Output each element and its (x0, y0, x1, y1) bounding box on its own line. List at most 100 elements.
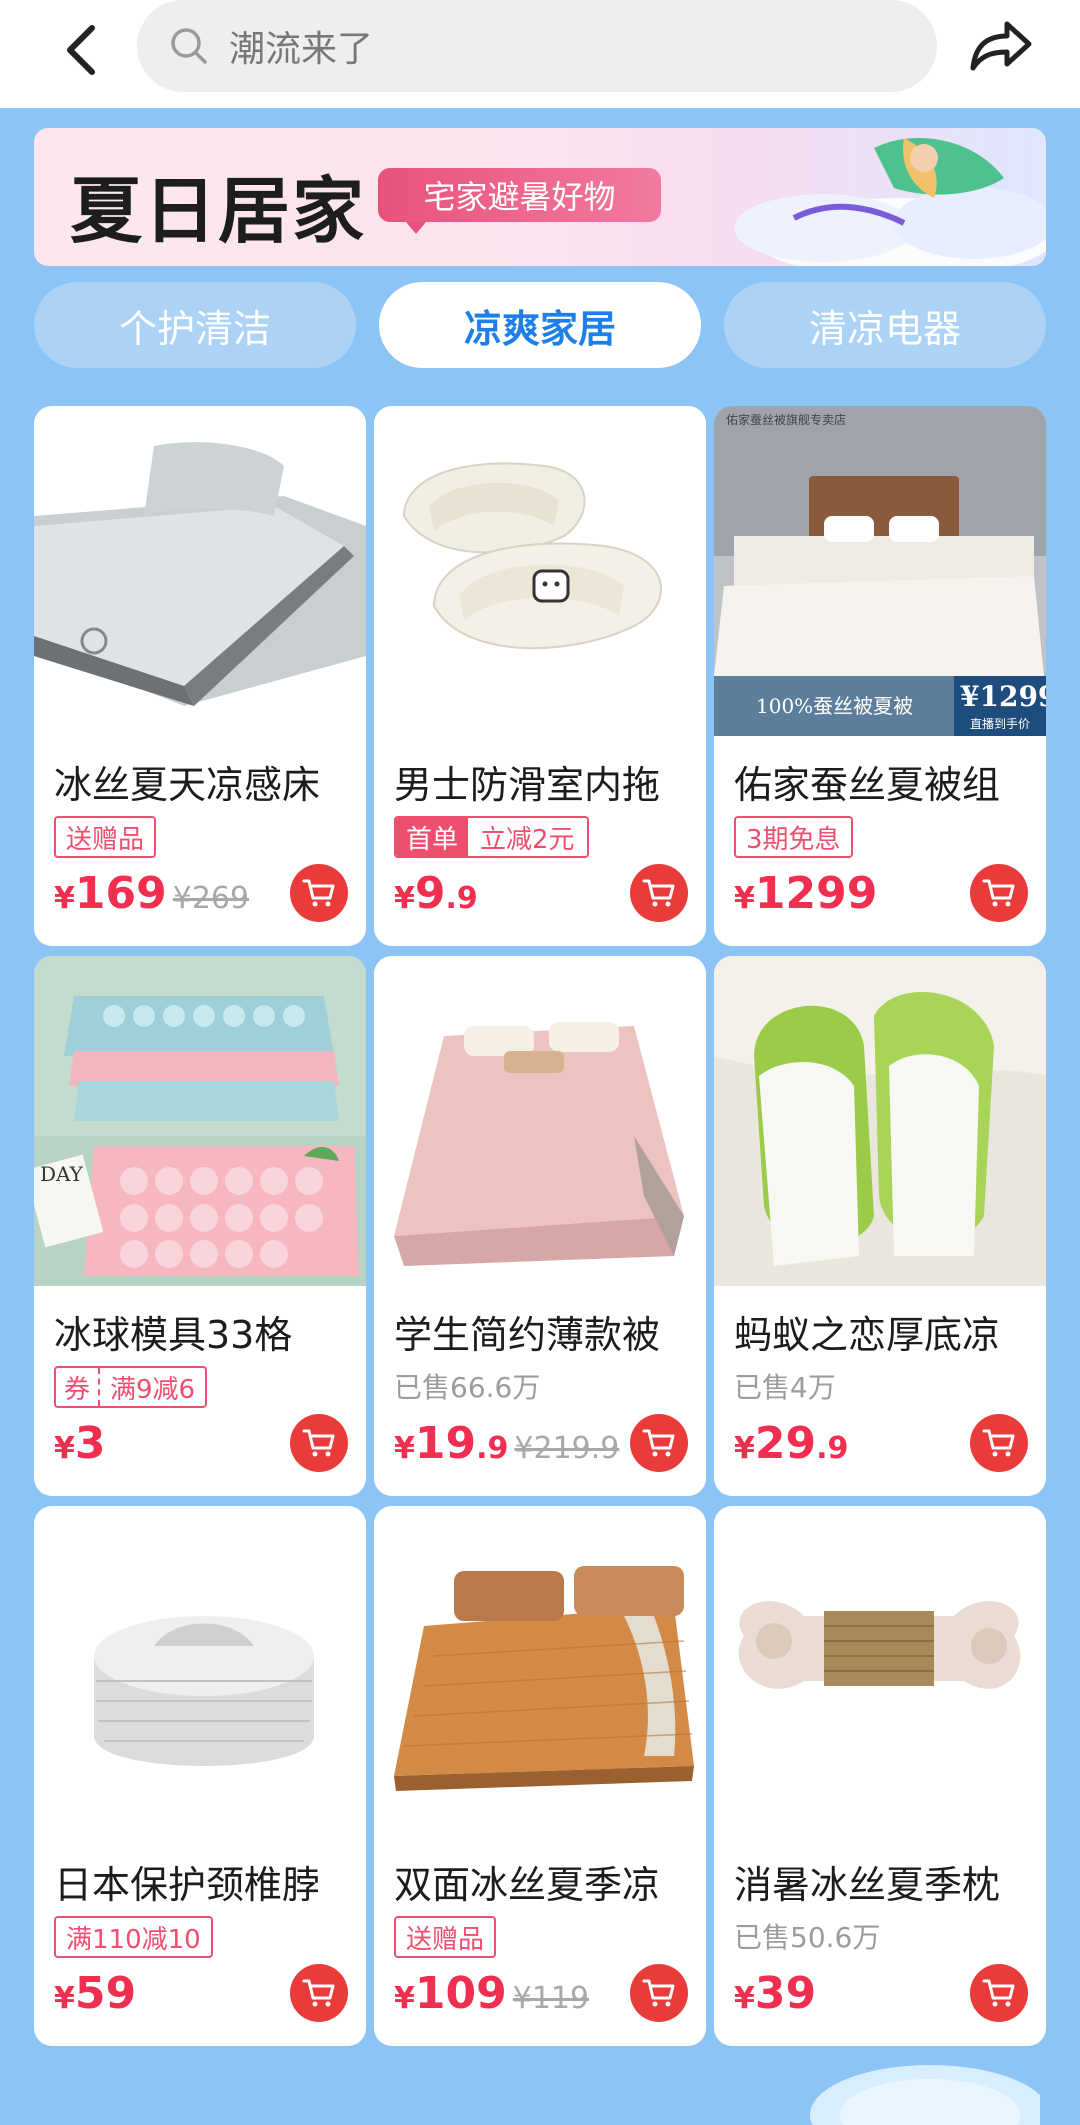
top-bar: 潮流来了 (0, 0, 1080, 108)
cart-icon (302, 1979, 335, 2007)
image-price: ¥1299 (960, 680, 1046, 713)
product-name: 冰球模具33格 (54, 1313, 293, 1357)
product-price: ¥ 169 ¥269 (54, 868, 249, 924)
discount-label: 立减2元 (480, 824, 575, 855)
product-image-cooling-pillow (714, 1506, 1046, 1836)
product-card[interactable]: 学生简约薄款被 已售66.6万 ¥ 19 .9 ¥219.9 (374, 956, 706, 1496)
price-integer: 3 (74, 1418, 106, 1469)
banner-illustration (734, 138, 1046, 266)
price-integer: 29 (754, 1418, 817, 1469)
banner-title: 夏日居家 (70, 169, 367, 253)
product-image-neck-brace (34, 1506, 366, 1836)
promo-tag: 满110减10 (54, 1916, 213, 1958)
product-card[interactable]: 双面冰丝夏季凉 送赠品 ¥ 109 ¥119 (374, 1506, 706, 2046)
cart-icon (302, 1429, 335, 1457)
product-name: 学生简约薄款被 (394, 1313, 661, 1357)
cart-icon (642, 1429, 675, 1457)
tab-cool-appliances[interactable]: 清凉电器 (724, 282, 1046, 368)
product-card[interactable]: 佑家蚕丝被旗舰专卖店 100%蚕丝被夏被 ¥1299 直播到手价 佑家蚕丝夏被组… (714, 406, 1046, 946)
price-decimal: .9 (816, 1431, 849, 1466)
sold-count: 已售50.6万 (734, 1921, 881, 1954)
search-input[interactable]: 潮流来了 (137, 0, 937, 92)
share-icon (970, 21, 1032, 71)
product-price: ¥ 19 .9 ¥219.9 (394, 1418, 619, 1474)
currency-symbol: ¥ (734, 881, 755, 916)
product-image-silk-quilt: 佑家蚕丝被旗舰专卖店 100%蚕丝被夏被 ¥1299 直播到手价 (714, 406, 1046, 736)
price-integer: 109 (414, 1968, 507, 2019)
cart-icon (642, 1979, 675, 2007)
currency-symbol: ¥ (734, 1431, 755, 1466)
price-decimal: .9 (476, 1431, 509, 1466)
add-to-cart-button[interactable] (970, 1414, 1028, 1472)
product-image-cooling-mat (34, 406, 366, 736)
sold-count: 已售66.6万 (394, 1371, 541, 1404)
add-to-cart-button[interactable] (290, 1414, 348, 1472)
add-to-cart-button[interactable] (630, 1414, 688, 1472)
coupon-tag: 券 满9减6 (54, 1366, 208, 1408)
product-image-ice-mold: DAY (34, 956, 366, 1286)
discount-label: 满9减6 (110, 1374, 196, 1405)
tab-cool-home[interactable]: 凉爽家居 (379, 282, 701, 368)
product-image-quilt (374, 956, 706, 1286)
product-price: ¥ 59 (54, 1968, 136, 2024)
product-name: 佑家蚕丝夏被组 (734, 763, 1001, 807)
add-to-cart-button[interactable] (630, 864, 688, 922)
price-decimal: .9 (445, 881, 478, 916)
add-to-cart-button[interactable] (290, 864, 348, 922)
original-price: ¥269 (172, 881, 250, 916)
price-integer: 169 (74, 868, 167, 919)
product-price: ¥ 3 (54, 1418, 106, 1474)
cart-icon (982, 1979, 1015, 2007)
back-button[interactable] (48, 18, 112, 82)
cart-icon (982, 1429, 1015, 1457)
add-to-cart-button[interactable] (970, 1964, 1028, 2022)
promo-banner[interactable]: 夏日居家 宅家避暑好物 (34, 128, 1046, 266)
share-button[interactable] (965, 14, 1037, 78)
currency-symbol: ¥ (734, 1981, 755, 2016)
cart-icon (642, 879, 675, 907)
product-name: 冰丝夏天凉感床 (54, 763, 321, 807)
back-arrow-icon (67, 25, 95, 75)
product-name: 消暑冰丝夏季枕 (734, 1863, 1001, 1907)
currency-symbol: ¥ (394, 1431, 415, 1466)
product-price: ¥ 1299 (734, 868, 877, 924)
product-price: ¥ 29 .9 (734, 1418, 848, 1474)
product-name: 男士防滑室内拖 (394, 763, 661, 807)
original-price: ¥119 (512, 1981, 590, 2016)
product-card[interactable]: 消暑冰丝夏季枕 已售50.6万 ¥ 39 (714, 1506, 1046, 2046)
currency-symbol: ¥ (54, 1981, 75, 2016)
promo-tag: 首单 立减2元 (394, 816, 589, 858)
product-image-bamboo-mat (374, 1506, 706, 1836)
add-to-cart-button[interactable] (290, 1964, 348, 2022)
promo-tag: 送赠品 (394, 1916, 497, 1958)
cart-icon (982, 879, 1015, 907)
cart-icon (302, 879, 335, 907)
add-to-cart-button[interactable] (630, 1964, 688, 2022)
product-card[interactable]: 男士防滑室内拖 首单 立减2元 ¥ 9 .9 (374, 406, 706, 946)
promo-tag: 送赠品 (54, 816, 157, 858)
product-price: ¥ 9 .9 (394, 868, 478, 924)
product-image-slippers (374, 406, 706, 736)
currency-symbol: ¥ (54, 1431, 75, 1466)
add-to-cart-button[interactable] (970, 864, 1028, 922)
promo-tag: 3期免息 (734, 816, 853, 858)
product-card[interactable]: DAY 冰球模具33格 券 满9减6 ¥ 3 (34, 956, 366, 1496)
product-price: ¥ 109 ¥119 (394, 1968, 589, 2024)
first-order-label: 首单 (396, 818, 469, 856)
product-card[interactable]: 蚂蚁之恋厚底凉 已售4万 ¥ 29 .9 (714, 956, 1046, 1496)
product-name: 日本保护颈椎脖 (54, 1863, 321, 1907)
currency-symbol: ¥ (54, 881, 75, 916)
price-integer: 39 (754, 1968, 817, 2019)
search-placeholder: 潮流来了 (229, 29, 374, 70)
image-brand-text: 佑家蚕丝被旗舰专卖店 (726, 412, 846, 427)
product-name: 双面冰丝夏季凉 (394, 1863, 661, 1907)
product-card[interactable]: 冰丝夏天凉感床 送赠品 ¥ 169 ¥269 (34, 406, 366, 946)
image-caption: 100%蚕丝被夏被 (756, 694, 913, 718)
product-price: ¥ 39 (734, 1968, 816, 2024)
price-integer: 19 (414, 1418, 477, 1469)
image-price-sub: 直播到手价 (970, 717, 1030, 731)
product-card[interactable]: 日本保护颈椎脖 满110减10 ¥ 59 (34, 1506, 366, 2046)
tab-personal-care[interactable]: 个护清洁 (34, 282, 356, 368)
image-text: DAY (40, 1162, 84, 1186)
currency-symbol: ¥ (394, 1981, 415, 2016)
